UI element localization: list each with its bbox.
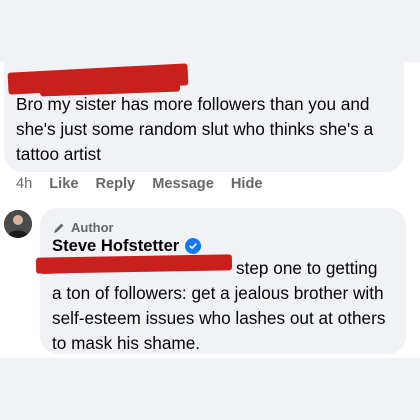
verified-badge-icon (185, 238, 202, 254)
author-avatar[interactable] (4, 210, 32, 238)
hide-button[interactable]: Hide (231, 176, 263, 192)
pencil-icon (54, 223, 64, 233)
comment-timestamp: 4h (16, 176, 33, 192)
reply-text-line: step one to getting (236, 258, 378, 278)
like-button[interactable]: Like (49, 176, 78, 192)
previous-comment-area (0, 0, 420, 62)
reply-author: Steve Hofstetter (52, 236, 202, 256)
reply-text-line: a ton of followers: get a jealous brothe… (52, 283, 386, 353)
avatar-image (4, 210, 32, 238)
comment-text: Bro my sister has more followers than yo… (16, 94, 374, 164)
message-button[interactable]: Message (152, 176, 214, 192)
comment-actions: 4h Like Reply Message Hide (16, 176, 262, 192)
author-name-link[interactable]: Steve Hofstetter (52, 236, 179, 256)
reply-button[interactable]: Reply (95, 176, 135, 192)
author-badge-label: Author (71, 220, 114, 235)
next-comment-area (0, 358, 420, 420)
reply-text: step one to getting a ton of followers: … (52, 256, 402, 356)
author-badge: Author (52, 220, 114, 235)
